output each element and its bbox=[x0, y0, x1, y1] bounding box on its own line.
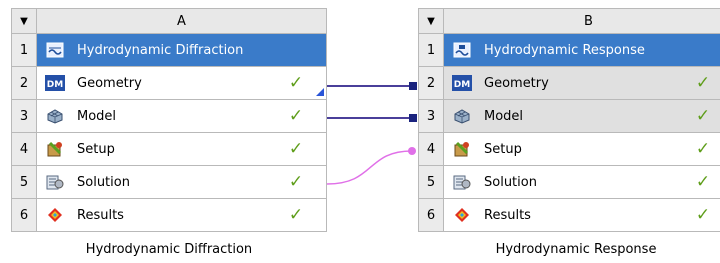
model-link-endpoint bbox=[409, 114, 417, 122]
setup-link-endpoint bbox=[408, 147, 416, 155]
geometry-link-endpoint bbox=[409, 82, 417, 90]
connection-links bbox=[326, 82, 417, 185]
solution-to-setup-link[interactable] bbox=[326, 150, 413, 185]
